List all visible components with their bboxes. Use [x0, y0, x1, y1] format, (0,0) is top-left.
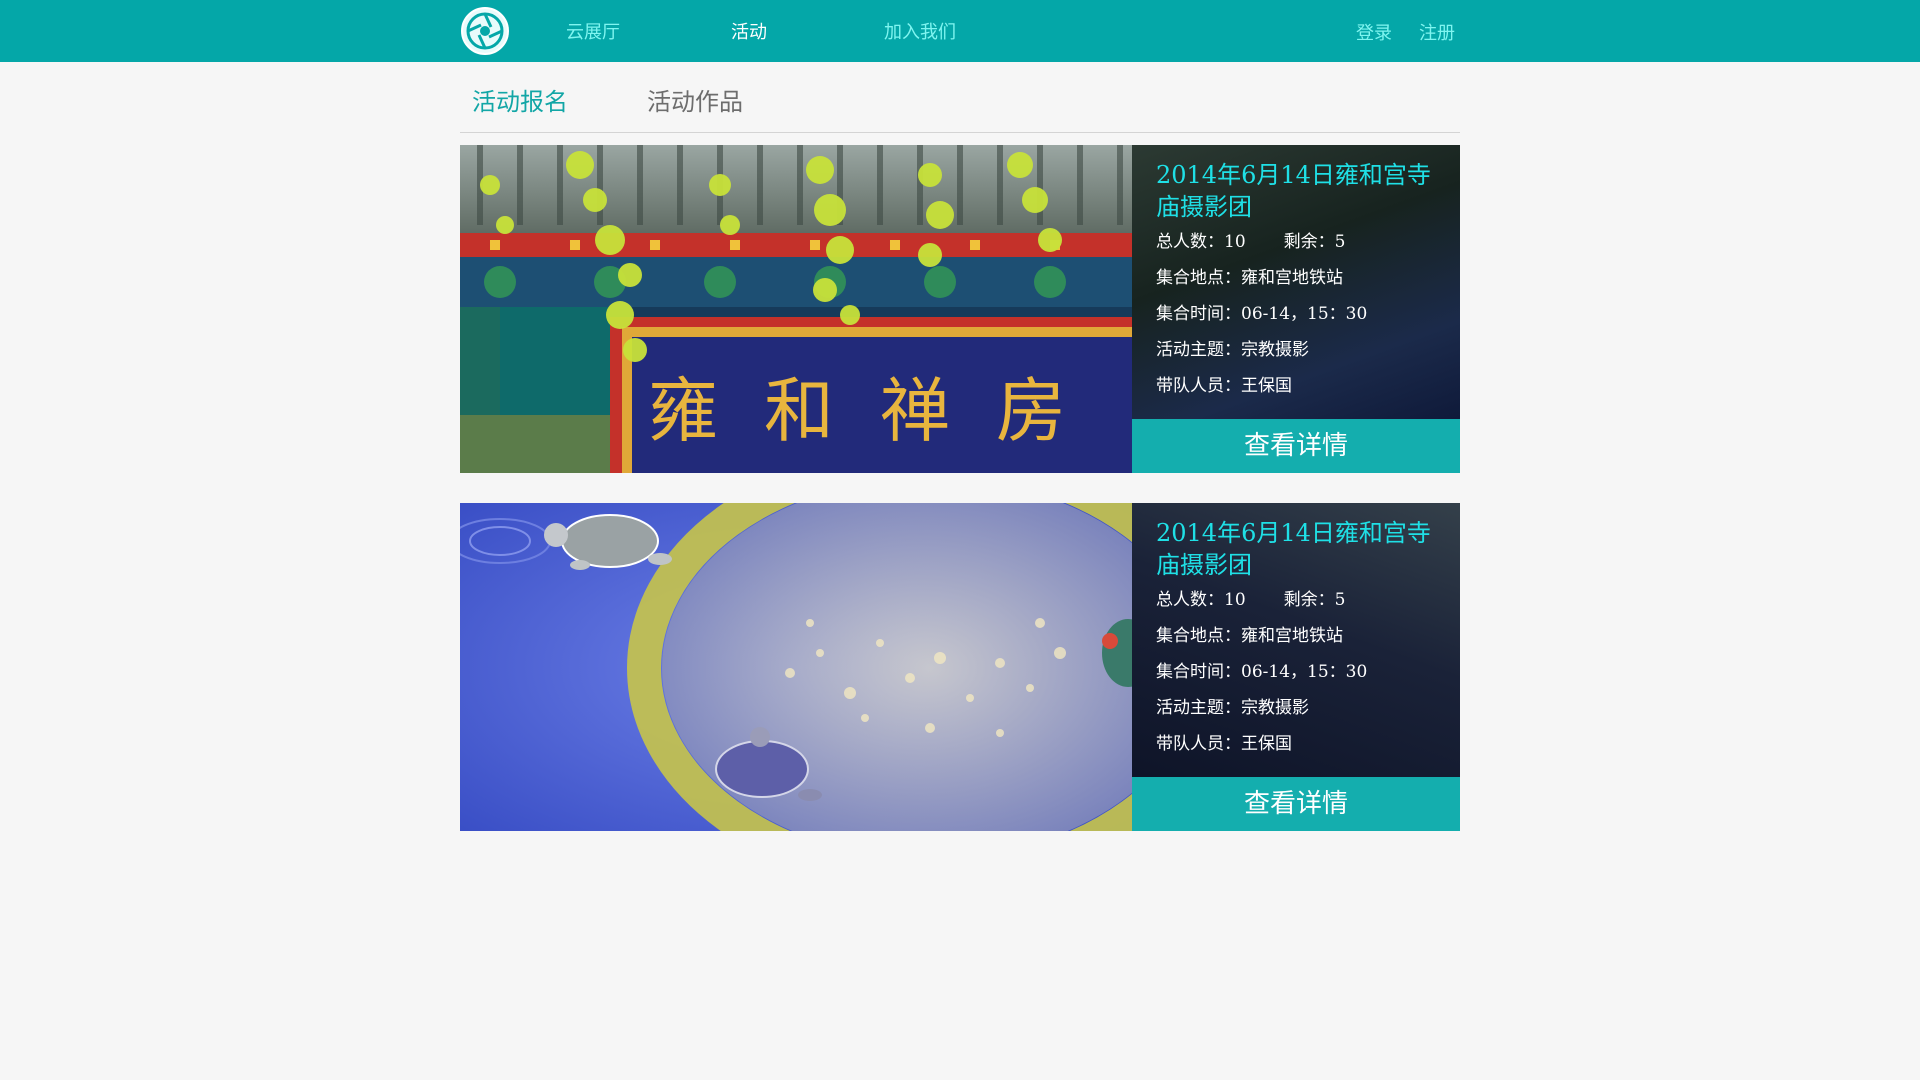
- activity-info-panel: 2014年6月14日雍和宫寺庙摄影团 总人数：10 剩余：5 集合地点：雍和宫地铁…: [1132, 503, 1460, 777]
- activity-title: 2014年6月14日雍和宫寺庙摄影团: [1156, 161, 1431, 221]
- total-value: 10: [1224, 232, 1246, 252]
- theme-label: 活动主题：: [1156, 340, 1241, 360]
- theme-label: 活动主题：: [1156, 698, 1241, 718]
- location-label: 集合地点：: [1156, 268, 1241, 288]
- login-link[interactable]: 登录: [1356, 19, 1392, 45]
- activity-leader: 带队人员：王保国: [1156, 371, 1292, 396]
- remaining-label: 剩余：: [1283, 232, 1335, 252]
- location-label: 集合地点：: [1156, 626, 1241, 646]
- activity-subtabs: 活动报名 活动作品: [460, 62, 1460, 133]
- camera-aperture-icon[interactable]: [460, 6, 510, 56]
- activity-time: 集合时间：06-14，15：30: [1156, 299, 1367, 324]
- register-link[interactable]: 注册: [1419, 19, 1455, 45]
- remaining-value: 5: [1334, 232, 1346, 252]
- leader-label: 带队人员：: [1156, 734, 1241, 754]
- total-label: 总人数：: [1156, 590, 1224, 610]
- activity-card: 2014年6月14日雍和宫寺庙摄影团 总人数：10 剩余：5 集合地点：雍和宫地铁…: [460, 503, 1460, 831]
- nav-item-cloud-gallery[interactable]: 云展厅: [566, 18, 620, 44]
- tab-activity-works[interactable]: 活动作品: [647, 82, 743, 117]
- theme-value: 宗教摄影: [1241, 698, 1309, 718]
- remaining-value: 5: [1334, 590, 1346, 610]
- activity-location: 集合地点：雍和宫地铁站: [1156, 263, 1343, 288]
- nav-item-join-us[interactable]: 加入我们: [884, 18, 956, 44]
- location-value: 雍和宫地铁站: [1241, 268, 1343, 288]
- activity-location: 集合地点：雍和宫地铁站: [1156, 621, 1343, 646]
- view-details-button[interactable]: 查看详情: [1132, 419, 1460, 473]
- total-label: 总人数：: [1156, 232, 1224, 252]
- leader-value: 王保国: [1241, 376, 1292, 396]
- plaque-text: 雍和禅房: [648, 370, 1112, 452]
- activity-info-panel: 2014年6月14日雍和宫寺庙摄影团 总人数：10 剩余：5 集合地点：雍和宫地铁…: [1132, 145, 1460, 419]
- time-value: 06-14，15：30: [1241, 662, 1368, 682]
- activity-headcount: 总人数：10 剩余：5: [1156, 585, 1345, 610]
- leader-label: 带队人员：: [1156, 376, 1241, 396]
- activity-headcount: 总人数：10 剩余：5: [1156, 227, 1345, 252]
- tab-activity-signup[interactable]: 活动报名: [472, 82, 568, 117]
- activity-theme: 活动主题：宗教摄影: [1156, 335, 1309, 360]
- theme-value: 宗教摄影: [1241, 340, 1309, 360]
- time-label: 集合时间：: [1156, 304, 1241, 324]
- activity-photo-turtle-pond[interactable]: [460, 503, 1132, 831]
- view-details-button[interactable]: 查看详情: [1132, 777, 1460, 831]
- time-label: 集合时间：: [1156, 662, 1241, 682]
- location-value: 雍和宫地铁站: [1241, 626, 1343, 646]
- activity-leader: 带队人员：王保国: [1156, 729, 1292, 754]
- remaining-label: 剩余：: [1283, 590, 1335, 610]
- nav-item-activities[interactable]: 活动: [731, 18, 767, 44]
- activity-time: 集合时间：06-14，15：30: [1156, 657, 1367, 682]
- top-navigation-bar: 云展厅 活动 加入我们 登录 注册: [0, 0, 1920, 62]
- activity-theme: 活动主题：宗教摄影: [1156, 693, 1309, 718]
- total-value: 10: [1224, 590, 1246, 610]
- leader-value: 王保国: [1241, 734, 1292, 754]
- time-value: 06-14，15：30: [1241, 304, 1368, 324]
- activity-title: 2014年6月14日雍和宫寺庙摄影团: [1156, 519, 1431, 579]
- activity-photo-temple-plaque[interactable]: 雍和禅房: [460, 145, 1132, 473]
- activity-card: 雍和禅房 2014年6月14日雍和宫寺庙摄影团 总人数：10 剩余：5 集合地点：…: [460, 145, 1460, 473]
